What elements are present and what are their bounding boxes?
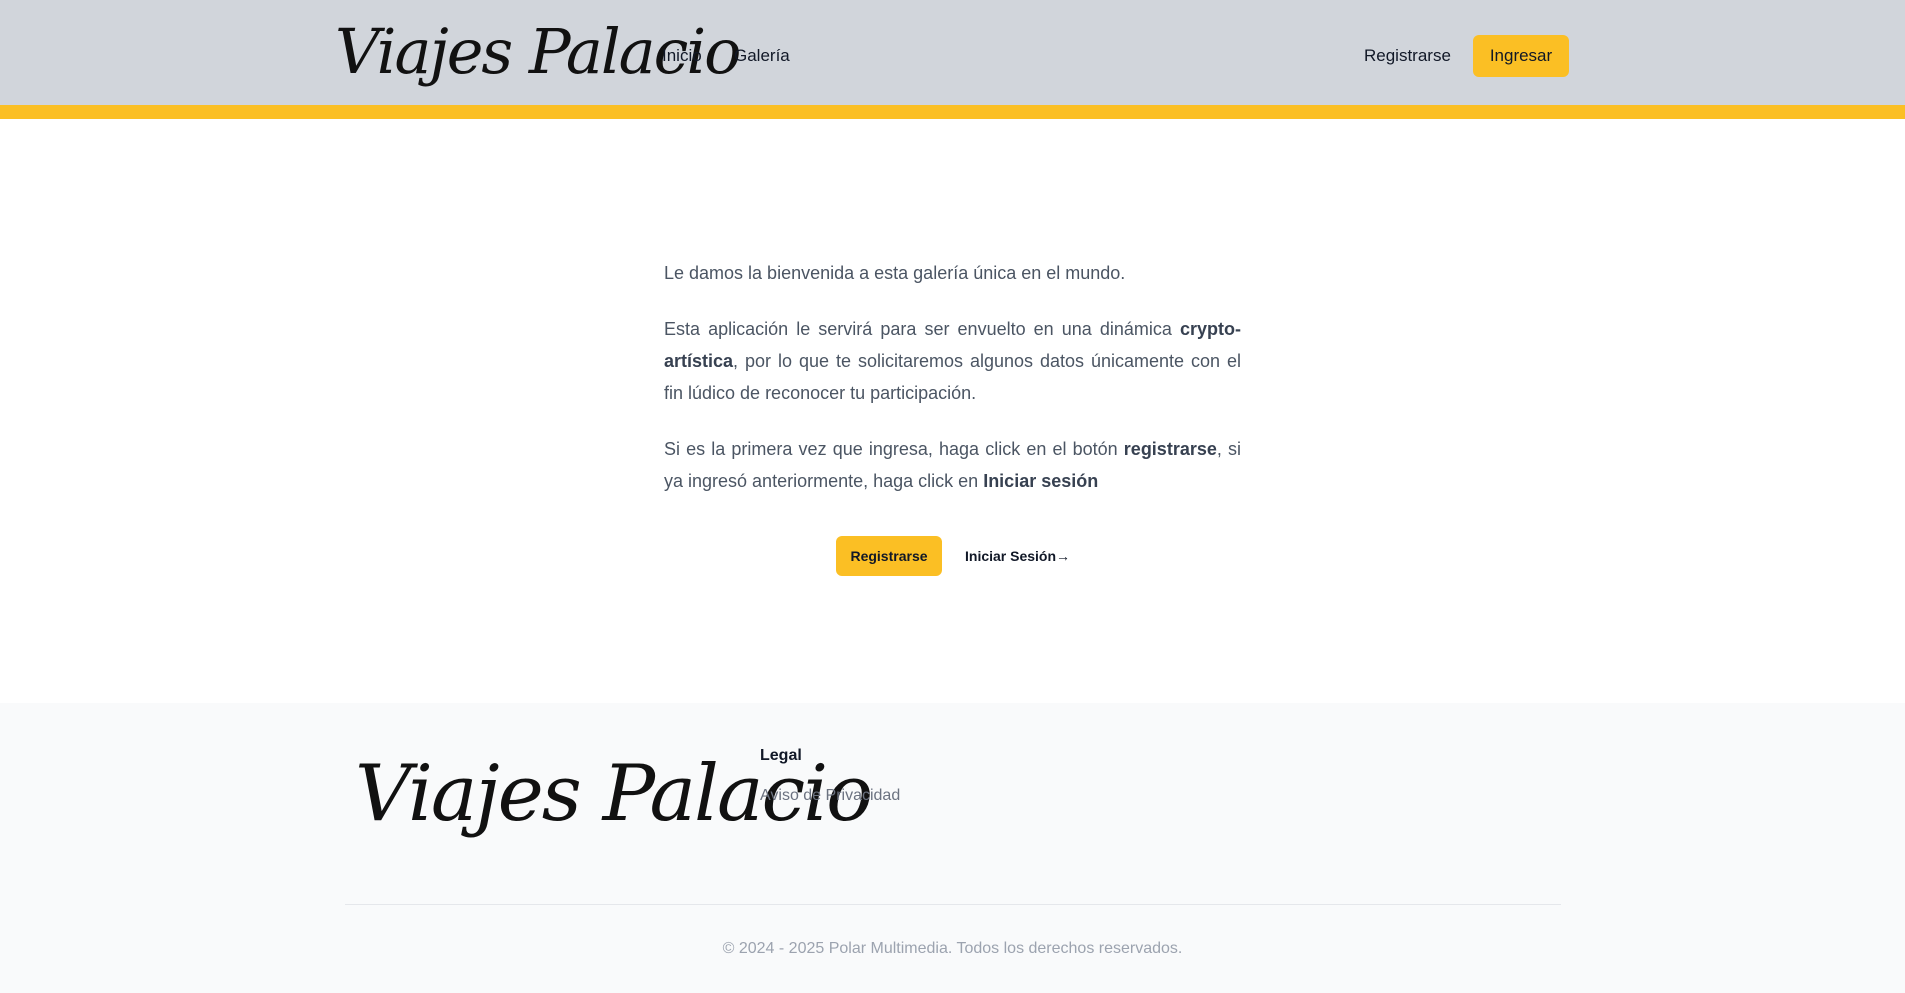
copyright-text: © 2024 - 2025 Polar Multimedia. Todos lo… [722,940,1183,957]
welcome-content: Le damos la bienvenida a esta galería ún… [664,257,1241,521]
footer-legal-heading: Legal [760,747,802,764]
arrow-right-icon: → [1056,548,1071,564]
header-login-button[interactable]: Ingresar [1473,35,1569,77]
login-link[interactable]: Iniciar Sesión→ [965,546,1070,566]
instructions-bold-login: Iniciar sesión [983,471,1099,491]
description-paragraph: Esta aplicación le servirá para ser envu… [664,313,1241,409]
register-button[interactable]: Registrarse [836,536,942,576]
login-link-label: Iniciar Sesión [965,548,1057,564]
privacy-policy-link[interactable]: Aviso de Privacidad [760,785,900,807]
description-text-after: , por lo que te solicitaremos algunos da… [664,351,1241,403]
description-text-before: Esta aplicación le servirá para ser envu… [664,319,1180,339]
instructions-bold-register: registrarse [1123,439,1217,459]
nav-link-galeria[interactable]: Galería [734,44,790,68]
welcome-text: Le damos la bienvenida a esta galería ún… [664,263,1126,283]
welcome-paragraph: Le damos la bienvenida a esta galería ún… [664,257,1241,289]
nav-link-inicio[interactable]: Inicio [662,44,702,68]
site-header: Viajes Palacio Inicio Galería Registrars… [0,0,1905,105]
instructions-text-before: Si es la primera vez que ingresa, haga c… [664,439,1124,459]
instructions-paragraph: Si es la primera vez que ingresa, haga c… [664,433,1241,497]
footer-divider [345,904,1561,905]
header-accent-stripe [0,105,1905,119]
header-register-link[interactable]: Registrarse [1364,44,1451,68]
